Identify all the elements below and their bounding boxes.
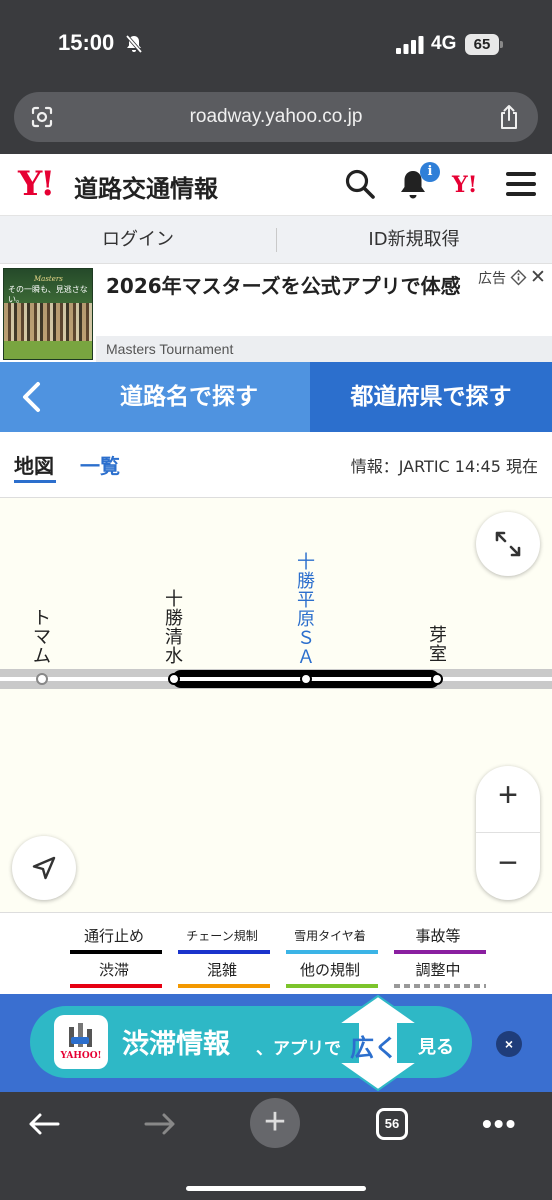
- map-point-label[interactable]: 芽室: [424, 626, 452, 664]
- browser-toolbar: roadway.yahoo.co.jp: [0, 88, 552, 154]
- home-indicator: [186, 1186, 366, 1191]
- search-mode-tabs: 道路名で探す 都道府県で探す: [0, 362, 552, 432]
- app-icon: YAHOO!: [54, 1015, 108, 1069]
- site-header: Y! 道路交通情報 Y!: [0, 154, 552, 216]
- app-promo-see: 見る: [418, 1037, 454, 1058]
- banner-close-button[interactable]: ×: [496, 1031, 522, 1057]
- ad-label: 広告: [478, 271, 506, 287]
- browser-bottom-bar: + 56 •••: [0, 1092, 552, 1200]
- zoom-in-button[interactable]: +: [476, 776, 540, 815]
- login-link[interactable]: ログイン: [0, 216, 276, 264]
- legend-label: 雪用タイヤ着: [294, 929, 366, 943]
- legend-line: [286, 950, 378, 954]
- ad-info-icon[interactable]: [510, 269, 527, 286]
- legend-label: チェーン規制: [186, 929, 258, 943]
- address-bar[interactable]: roadway.yahoo.co.jp: [14, 92, 538, 142]
- ad-image-logo: Masters: [34, 275, 63, 283]
- signal-icon: [396, 36, 424, 54]
- yahoo-logo[interactable]: Y!: [18, 164, 55, 204]
- expand-icon: [495, 531, 521, 557]
- notification-badge: i: [420, 162, 440, 182]
- map-point-label[interactable]: 十勝平原ＳＡ: [292, 553, 320, 667]
- battery-level: 65: [465, 34, 499, 55]
- legend-label: 他の規制: [299, 961, 360, 979]
- tab-switcher-button[interactable]: 56: [376, 1108, 408, 1140]
- ad-image-caption: その一瞬も、見逃さない。: [8, 285, 88, 304]
- app-promo-title: 渋滞情報: [122, 1029, 230, 1060]
- legend-label: 調整中: [415, 961, 461, 979]
- ad-sponsor[interactable]: Masters Tournament: [96, 336, 552, 362]
- legend-line: [286, 984, 378, 988]
- ad-image[interactable]: Masters その一瞬も、見逃さない。: [3, 268, 93, 360]
- menu-icon[interactable]: [506, 172, 536, 198]
- network-type: 4G: [431, 33, 457, 54]
- status-bar: 15:00 4G 65: [0, 0, 552, 88]
- ad-close-icon[interactable]: ✕: [530, 266, 546, 288]
- zoom-control: + −: [476, 766, 540, 900]
- view-tabs: 地図 一覧 情報：JARTIC 14:45 現在: [0, 432, 552, 498]
- map-node[interactable]: [300, 673, 312, 685]
- status-time: 15:00: [58, 30, 115, 55]
- legend-label: 混雑: [206, 961, 237, 979]
- traffic-bars-icon: [69, 1023, 92, 1047]
- ad-banner[interactable]: Masters その一瞬も、見逃さない。 2026年マスターズを公式アプリで体感…: [0, 264, 552, 362]
- app-promo-pill[interactable]: YAHOO! 渋滞情報 、アプリで 広く 見る: [30, 994, 472, 1092]
- tab-map[interactable]: 地図: [14, 450, 54, 479]
- register-link[interactable]: ID新規取得: [276, 216, 552, 264]
- share-icon[interactable]: [498, 104, 520, 130]
- map-point-label[interactable]: トマム: [28, 609, 56, 666]
- map-node[interactable]: [431, 673, 443, 685]
- map-node[interactable]: [168, 673, 180, 685]
- chevron-left-icon[interactable]: [20, 380, 42, 414]
- yahoo-top-link[interactable]: Y!: [452, 172, 477, 198]
- zoom-out-button[interactable]: −: [476, 844, 540, 883]
- account-row: ログイン ID新規取得: [0, 216, 552, 264]
- tab-search-by-prefecture[interactable]: 都道府県で探す: [310, 362, 552, 432]
- legend-line: [394, 950, 486, 954]
- active-tab-indicator: [14, 480, 56, 483]
- url-text[interactable]: roadway.yahoo.co.jp: [14, 106, 538, 128]
- map-point-label[interactable]: 十勝清水: [160, 590, 188, 666]
- forward-arrow-icon[interactable]: [144, 1112, 176, 1136]
- tab-list[interactable]: 一覧: [80, 450, 120, 479]
- legend-line: [178, 984, 270, 988]
- site-title[interactable]: 道路交通情報: [74, 169, 218, 204]
- legend-line: [70, 950, 162, 954]
- tab-road-label: 道路名で探す: [120, 384, 258, 410]
- bell-muted-icon: [125, 34, 143, 54]
- tab-search-by-road[interactable]: 道路名で探す: [0, 362, 310, 432]
- legend-line: [70, 984, 162, 988]
- new-tab-button[interactable]: +: [250, 1098, 300, 1148]
- app-promo-banner[interactable]: YAHOO! 渋滞情報 、アプリで 広く 見る: [0, 994, 552, 1092]
- search-icon[interactable]: [344, 168, 376, 200]
- road-map[interactable]: [0, 498, 552, 912]
- tab-prefecture-label: 都道府県で探す: [350, 384, 512, 410]
- battery-icon: 65: [465, 34, 503, 55]
- more-menu-icon[interactable]: •••: [482, 1108, 517, 1140]
- ad-title[interactable]: 2026年マスターズを公式アプリで体感: [106, 272, 476, 300]
- app-promo-highlight: 広く: [350, 1034, 398, 1062]
- legend-line: [178, 950, 270, 954]
- location-arrow-icon: [32, 856, 56, 880]
- fullscreen-button[interactable]: [476, 512, 540, 576]
- map-node[interactable]: [36, 673, 48, 685]
- back-arrow-icon[interactable]: [28, 1112, 60, 1136]
- locate-button[interactable]: [12, 836, 76, 900]
- info-source: 情報：JARTIC 14:45 現在: [350, 457, 538, 476]
- legend: 通行止め チェーン規制 雪用タイヤ着 事故等 渋滞 混雑 他の規制 調整中: [0, 912, 552, 994]
- legend-label: 通行止め: [83, 927, 144, 945]
- legend-label: 渋滞: [98, 961, 129, 979]
- app-icon-label: YAHOO!: [60, 1051, 102, 1061]
- legend-label: 事故等: [415, 927, 461, 945]
- legend-line: [394, 984, 486, 988]
